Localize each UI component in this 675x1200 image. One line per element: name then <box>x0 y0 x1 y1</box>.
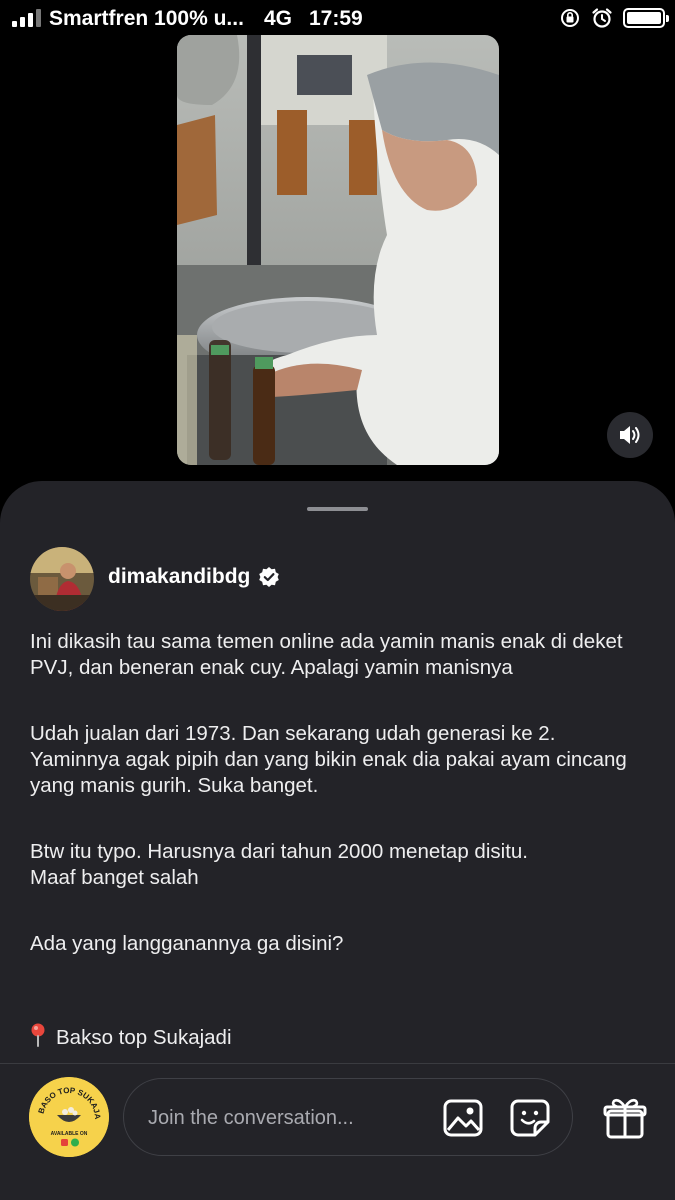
avatar-image <box>30 547 94 611</box>
post-caption: Ini dikasih tau sama temen online ada ya… <box>30 629 645 1051</box>
network-label: 4G <box>264 7 293 30</box>
video-frame <box>177 35 499 465</box>
battery-icon <box>623 8 669 28</box>
orientation-lock-icon <box>561 9 579 27</box>
caption-paragraph: Udah jualan dari 1973. Dan sekarang udah… <box>30 722 627 797</box>
clock: 17:59 <box>309 7 363 30</box>
avatar[interactable] <box>30 547 94 611</box>
mute-button[interactable] <box>607 412 653 458</box>
alarm-icon <box>592 8 612 28</box>
shop-logo: BASO TOP SUKAJADI AVAILABLE ON <box>29 1077 109 1157</box>
username-row[interactable]: dimakandibdg <box>108 565 280 589</box>
shop-avatar[interactable]: BASO TOP SUKAJADI AVAILABLE ON <box>29 1077 109 1157</box>
speaker-icon <box>620 426 640 444</box>
status-icons <box>559 7 669 29</box>
location-label[interactable]: Bakso top Sukajadi <box>56 1026 232 1049</box>
drag-handle[interactable] <box>307 507 368 511</box>
username[interactable]: dimakandibdg <box>108 565 250 589</box>
comment-input[interactable] <box>146 1099 430 1137</box>
caption-paragraph: Ini dikasih tau sama temen online ada ya… <box>30 630 623 679</box>
shop-badge-sub: AVAILABLE ON <box>51 1131 88 1137</box>
status-bar: Smartfren 100% u... 4G 17:59 <box>0 0 675 38</box>
divider <box>0 1063 675 1064</box>
image-icon[interactable] <box>442 1098 484 1138</box>
carrier-label: Smartfren 100% u... <box>49 7 244 30</box>
signal-icon <box>12 9 41 27</box>
verified-badge-icon <box>259 567 280 587</box>
sticker-icon[interactable] <box>509 1098 551 1138</box>
video-player[interactable] <box>177 35 499 465</box>
gift-icon[interactable] <box>603 1096 647 1140</box>
caption-paragraph: Ada yang langganannya ga disini? <box>30 932 344 955</box>
caption-sheet: dimakandibdg Ini dikasih tau sama temen … <box>0 481 675 1200</box>
location-line[interactable]: Bakso top Sukajadi <box>30 997 645 1051</box>
comment-composer[interactable] <box>123 1078 573 1156</box>
location-pin-icon <box>31 1023 45 1047</box>
caption-paragraph: Btw itu typo. Harusnya dari tahun 2000 m… <box>30 840 528 889</box>
